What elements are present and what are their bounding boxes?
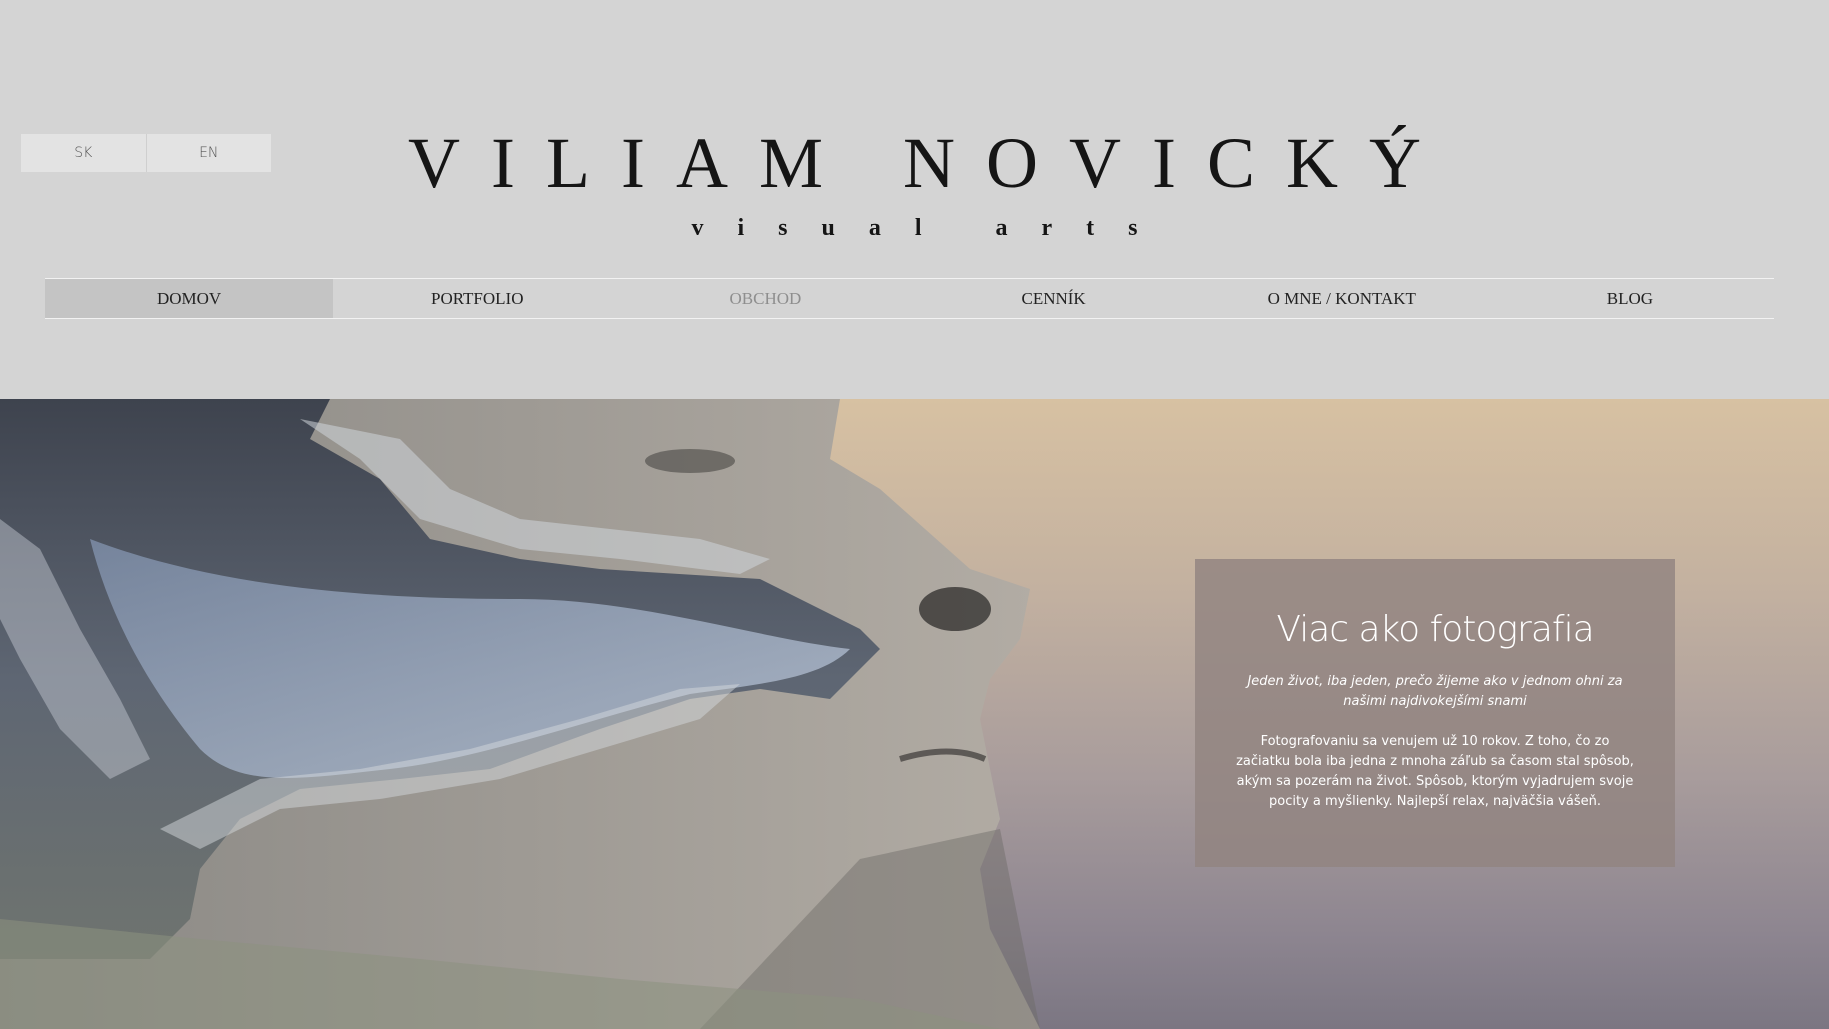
nav-item-portfolio[interactable]: PORTFOLIO (333, 279, 621, 318)
nav-item-cennik[interactable]: CENNÍK (910, 279, 1198, 318)
nav-item-domov[interactable]: DOMOV (45, 279, 334, 318)
hero-section: Viac ako fotografia Jeden život, iba jed… (0, 399, 1829, 1029)
nav-item-o-mne-kontakt[interactable]: O MNE / KONTAKT (1198, 279, 1486, 318)
nav-item-obchod[interactable]: OBCHOD (621, 279, 909, 318)
nav-item-blog[interactable]: BLOG (1486, 279, 1774, 318)
intro-lead: Jeden život, iba jeden, prečo žijeme ako… (1247, 674, 1623, 709)
site-subtitle: visual arts (691, 215, 1172, 241)
site-header: SK EN VILIAM NOVICKÝ visual arts DOMOV P… (0, 0, 1829, 399)
main-navigation: DOMOV PORTFOLIO OBCHOD CENNÍK O MNE / KO… (45, 278, 1774, 319)
intro-title: Viac ako fotografia (1276, 609, 1594, 650)
hero-photo (0, 399, 1040, 1029)
intro-box: Viac ako fotografia Jeden život, iba jed… (1195, 559, 1675, 867)
site-title[interactable]: VILIAM NOVICKÝ (0, 118, 1829, 208)
intro-body: Fotografovaniu sa venujem už 10 rokov. Z… (1236, 734, 1634, 809)
